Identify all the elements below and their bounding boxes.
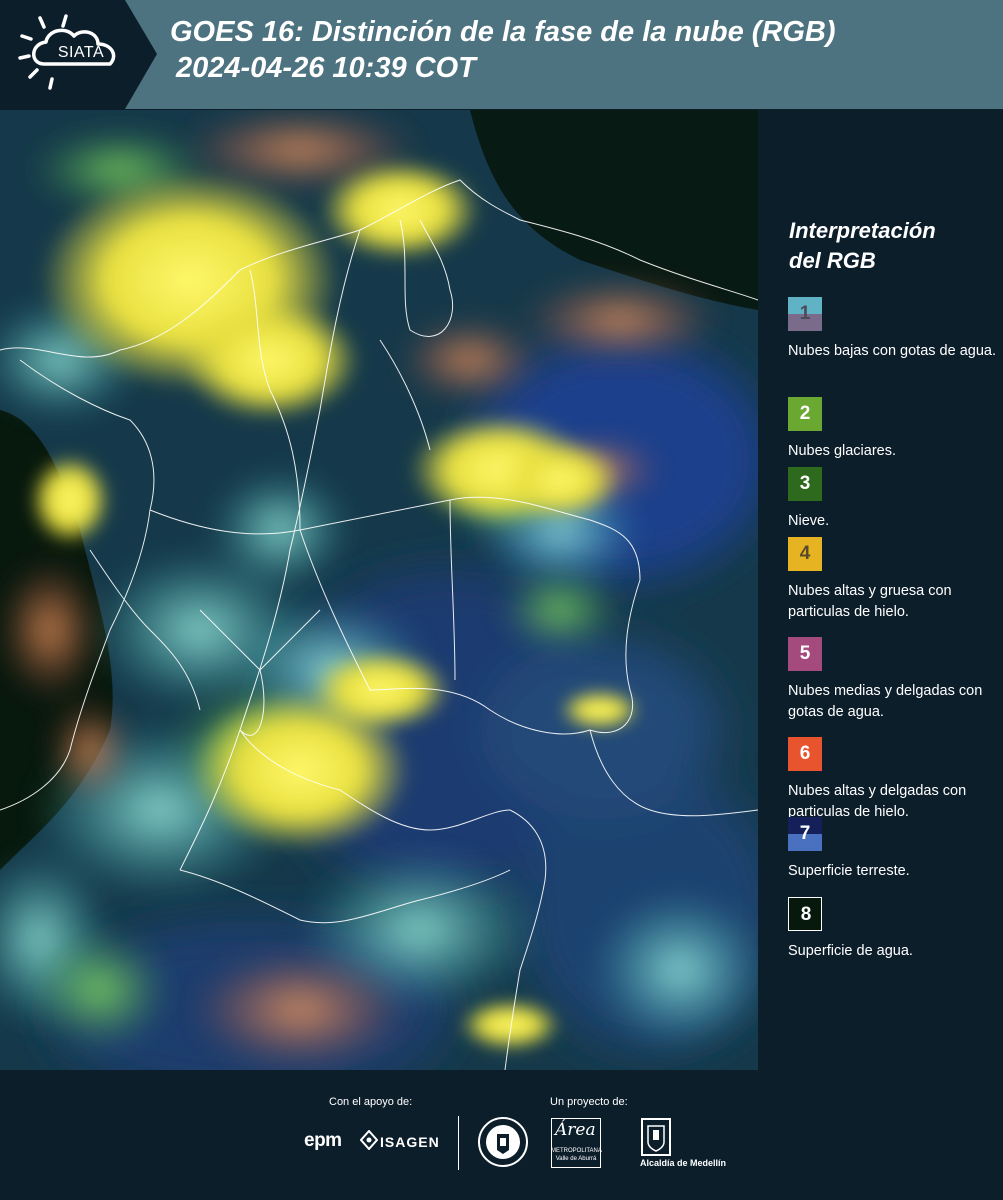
coat-of-arms-icon <box>641 1118 671 1156</box>
legend-number: 6 <box>799 743 811 764</box>
legend-item: 7 Superficie terreste. <box>788 817 998 882</box>
university-seal-icon <box>478 1117 528 1167</box>
legend-item: 6 Nubes altas y delgadas con particulas d… <box>788 737 998 823</box>
satellite-map[interactable] <box>0 110 758 1070</box>
legend-title-line-1: Interpretación <box>789 218 936 243</box>
footer: Con el apoyo de: Un proyecto de: epm ISA… <box>0 1070 1003 1200</box>
legend-label: Nubes medias y delgadas con gotas de agu… <box>788 683 983 720</box>
legend-swatch: 1 <box>788 297 822 331</box>
alcaldia-label: Alcaldía de Medellín <box>640 1158 727 1168</box>
amva-script: Área <box>555 1120 596 1140</box>
legend-label: Nubes bajas con gotas de agua. <box>788 343 996 359</box>
legend-item: 4 Nubes altas y gruesa con particulas de … <box>788 537 998 623</box>
page-title: GOES 16: Distinción de la fase de la nub… <box>170 14 836 86</box>
legend-label: Superficie terreste. <box>788 863 910 879</box>
legend-label: Nieve. <box>788 513 830 529</box>
footer-divider <box>458 1116 459 1170</box>
legend-item: 8 Superficie de agua. <box>788 897 998 962</box>
siata-logo: SIATA <box>0 0 160 109</box>
legend-number: 1 <box>799 303 811 324</box>
legend-number: 3 <box>799 473 811 494</box>
legend-swatch: 6 <box>788 737 822 771</box>
legend-item: 5 Nubes medias y delgadas con gotas de ag… <box>788 637 998 723</box>
legend-number: 8 <box>800 904 812 925</box>
support-label: Con el apoyo de: <box>329 1096 413 1108</box>
legend-panel: Interpretación del RGB 1 Nubes bajas con … <box>760 110 1003 1070</box>
legend-swatch: 4 <box>788 537 822 571</box>
legend-item: 1 Nubes bajas con gotas de agua. <box>788 297 998 362</box>
legend-swatch: 5 <box>788 637 822 671</box>
isagen-icon <box>360 1130 378 1150</box>
legend-swatch: 7 <box>788 817 822 851</box>
legend-swatch: 8 <box>788 897 822 931</box>
project-label: Un proyecto de: <box>550 1096 628 1108</box>
legend-swatch: 2 <box>788 397 822 431</box>
legend-number: 5 <box>799 643 811 664</box>
legend-label: Nubes glaciares. <box>788 443 896 459</box>
title-line-1: GOES 16: Distinción de la fase de la nub… <box>170 16 836 48</box>
legend-label: Nubes altas y gruesa con particulas de h… <box>788 583 952 620</box>
legend-swatch: 3 <box>788 467 822 501</box>
legend-title-line-2: del RGB <box>789 248 876 273</box>
amva-line-2: Valle de Aburrá <box>555 1156 597 1162</box>
isagen-logo: ISAGEN <box>380 1134 440 1150</box>
legend-number: 4 <box>799 543 811 564</box>
area-metropolitana-logo: Área METROPOLITANA Valle de Aburrá <box>551 1118 602 1170</box>
legend-title: Interpretación del RGB <box>789 216 989 276</box>
satellite-image <box>0 110 758 1070</box>
legend-item: 3 Nieve. <box>788 467 998 532</box>
legend-item: 2 Nubes glaciares. <box>788 397 998 462</box>
epm-logo: epm <box>304 1130 342 1151</box>
legend-number: 2 <box>799 403 811 424</box>
header-bar: SIATA GOES 16: Distinción de la fase de … <box>0 0 1003 109</box>
legend-number: 7 <box>799 823 811 844</box>
title-line-2: 2024-04-26 10:39 COT <box>176 52 476 84</box>
logo-text: SIATA <box>57 44 105 61</box>
legend-label: Superficie de agua. <box>788 943 913 959</box>
amva-line-1: METROPOLITANA <box>551 1148 602 1154</box>
